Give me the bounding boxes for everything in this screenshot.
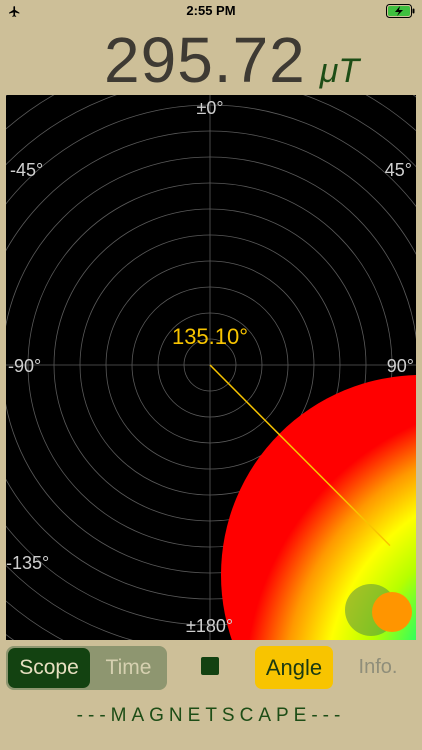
angle-label-left: -90° [8, 356, 41, 376]
mode-scope-button[interactable]: Scope [8, 648, 90, 688]
angle-label-bottom-left: -135° [6, 553, 49, 573]
mode-time-button[interactable]: Time [90, 648, 167, 688]
angle-readout: 135.10° [172, 324, 248, 349]
position-marker[interactable] [372, 592, 412, 632]
status-time: 2:55 PM [186, 3, 236, 18]
status-bar: 2:55 PM [0, 0, 422, 22]
battery-charging-icon [386, 4, 415, 18]
field-strength-readout: 295.72 μT [104, 24, 359, 96]
angle-button[interactable]: Angle [255, 646, 333, 689]
angle-label-bottom: ±180° [186, 616, 233, 636]
control-bar: Scope Time Angle Info. [0, 640, 422, 695]
angle-label-top-right: 45° [385, 160, 412, 180]
polar-scope-canvas: ±0° -45° 45° -90° 90° -135° ±180° 135.10… [6, 95, 416, 640]
angle-label-top: ±0° [196, 98, 223, 118]
angle-label-top-left: -45° [10, 160, 43, 180]
angle-label-right: 90° [387, 356, 414, 376]
polar-scope[interactable]: ±0° -45° 45° -90° 90° -135° ±180° 135.10… [6, 95, 416, 640]
mode-segmented-control[interactable]: Scope Time [6, 646, 167, 690]
info-button[interactable]: Info. [350, 646, 406, 689]
field-strength-value: 295.72 [104, 24, 306, 96]
app-brand: ---MAGNETSCAPE--- [76, 705, 346, 726]
stop-icon[interactable] [201, 657, 219, 675]
